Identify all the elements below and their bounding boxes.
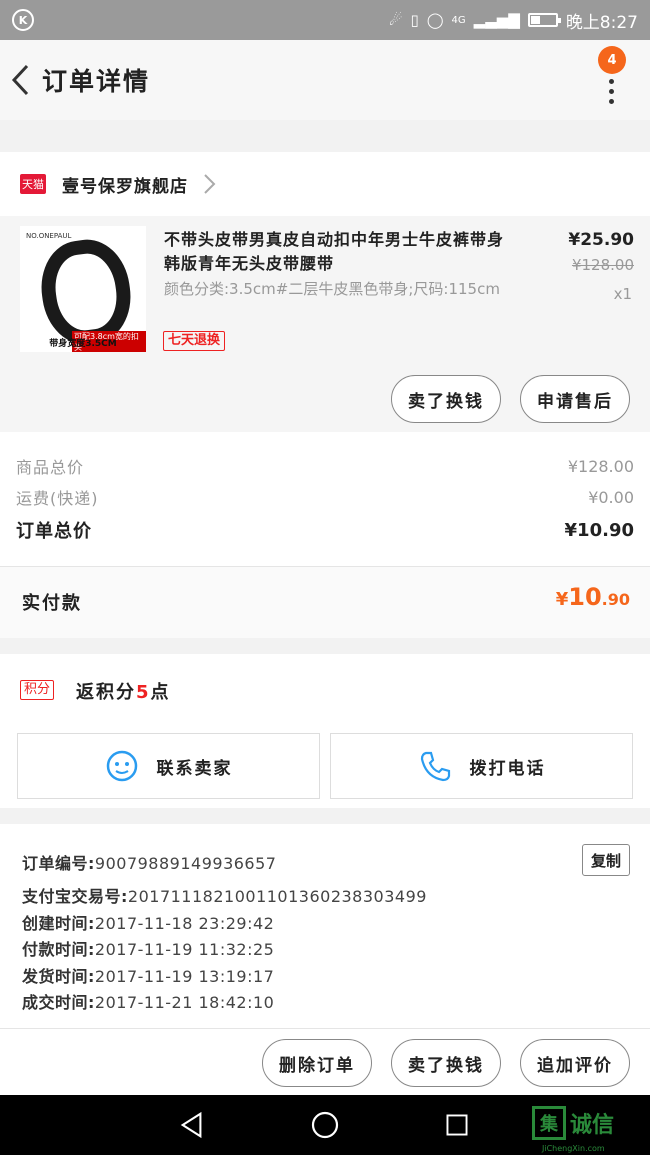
price-summary: 商品总价 ¥128.00 运费(快递) ¥0.00 订单总价 ¥10.90 [0,432,650,566]
sell-for-cash-bottom-button[interactable]: 卖了换钱 [391,1039,501,1087]
order-total-row: 订单总价 ¥10.90 [16,517,634,543]
shipping-value: ¥0.00 [588,487,634,507]
actual-payment-row: 实付款 ¥10.90 [0,566,650,638]
square-recents-icon [446,1114,468,1136]
vibrate-icon: ▯ [410,11,419,29]
alarm-icon: ◯ [426,11,444,29]
system-nav-bar: 集 诚信 JiChengXin.com [0,1095,650,1155]
sell-for-cash-button[interactable]: 卖了换钱 [391,375,501,423]
copy-order-number-button[interactable]: 复制 [582,844,630,876]
network-type: 4G [451,14,466,26]
goods-total-value: ¥128.00 [567,456,634,476]
shipped-time-row: 发货时间:2017-11-19 13:19:17 [22,967,275,986]
goods-total-label: 商品总价 [16,458,85,477]
call-phone-label: 拨打电话 [469,758,546,779]
product-price: ¥25.90 [568,230,634,250]
chevron-right-icon [204,174,216,194]
battery-icon [527,13,561,27]
product-card[interactable]: NO.ONEPAUL 可配3.8cm宽的扣头 带身宽度3.5CM 不带头皮带男真… [0,216,650,432]
delete-order-button[interactable]: 删除订单 [262,1039,372,1087]
clock: 晚上8:27 [565,12,638,33]
shipping-label: 运费(快递) [16,489,99,508]
actual-payment-label: 实付款 [22,593,82,614]
return-policy-badge: 七天退换 [163,331,226,351]
shop-name: 壹号保罗旗舰店 [62,176,188,197]
headset-icon: ☄ [389,11,403,29]
call-phone-button[interactable]: 拨打电话 [330,733,633,799]
notification-badge: 4 [598,46,626,74]
contact-seller-label: 联系卖家 [156,758,233,779]
alipay-trade-no-row: 支付宝交易号:2017111821001101360238303499 [22,887,427,906]
triangle-back-icon [180,1111,202,1139]
actual-payment-value: ¥10.90 [555,583,630,611]
points-text: 返积分5点 [76,682,171,703]
bottom-action-bar: 删除订单 卖了换钱 追加评价 [0,1028,650,1095]
watermark-logo: 集 诚信 JiChengXin.com [532,1103,650,1153]
product-spec: 颜色分类:3.5cm#二层牛皮黑色带身;尺码:115cm [164,280,500,298]
order-total-label: 订单总价 [16,521,92,542]
status-bar: K ☄ ▯ ◯ 4G ▂▃▅▇ 晚上8:27 [0,0,650,40]
more-dots-icon [609,79,614,104]
order-number-row: 订单编号:90079889149936657 [22,854,277,873]
product-original-price: ¥128.00 [571,256,634,274]
circle-home-icon [311,1111,339,1139]
points-badge: 积分 [20,680,55,700]
nav-home-button[interactable] [305,1107,345,1143]
page-title: 订单详情 [42,67,151,96]
created-time-row: 创建时间:2017-11-18 23:29:42 [22,914,275,933]
nav-back-button[interactable] [172,1107,212,1143]
add-review-button[interactable]: 追加评价 [520,1039,630,1087]
order-info-section: 订单编号:90079889149936657 支付宝交易号:2017111821… [0,824,650,1028]
chat-face-icon [106,750,137,782]
paid-time-row: 付款时间:2017-11-19 11:32:25 [22,940,275,959]
points-section: 积分 返积分5点 联系卖家 拨打电话 [0,654,650,808]
top-bar: 订单详情 4 [0,40,650,120]
chevron-left-icon [11,64,29,96]
app-notification-icon: K [12,9,34,31]
back-button[interactable] [0,40,40,120]
completed-time-row: 成交时间:2017-11-21 18:42:10 [22,993,275,1012]
signal-icon: ▂▃▅▇ [473,11,520,29]
shop-row[interactable]: 天猫 壹号保罗旗舰店 [0,152,650,216]
contact-seller-button[interactable]: 联系卖家 [17,733,320,799]
order-total-value: ¥10.90 [564,519,634,541]
apply-after-sales-button[interactable]: 申请售后 [520,375,630,423]
nav-recents-button[interactable] [437,1107,477,1143]
product-title: 不带头皮带男真皮自动扣中年男士牛皮裤带身韩版青年无头皮带腰带 [164,230,505,273]
product-image-brand: NO.ONEPAUL [26,232,72,240]
product-quantity: x1 [613,285,632,303]
product-image-caption: 带身宽度3.5CM [49,339,117,349]
more-menu-button[interactable]: 4 [592,46,632,116]
product-image[interactable]: NO.ONEPAUL 可配3.8cm宽的扣头 带身宽度3.5CM [20,226,146,352]
shipping-row: 运费(快递) ¥0.00 [16,485,634,509]
goods-total-row: 商品总价 ¥128.00 [16,454,634,478]
tmall-logo: 天猫 [20,174,46,194]
phone-icon [420,751,450,782]
